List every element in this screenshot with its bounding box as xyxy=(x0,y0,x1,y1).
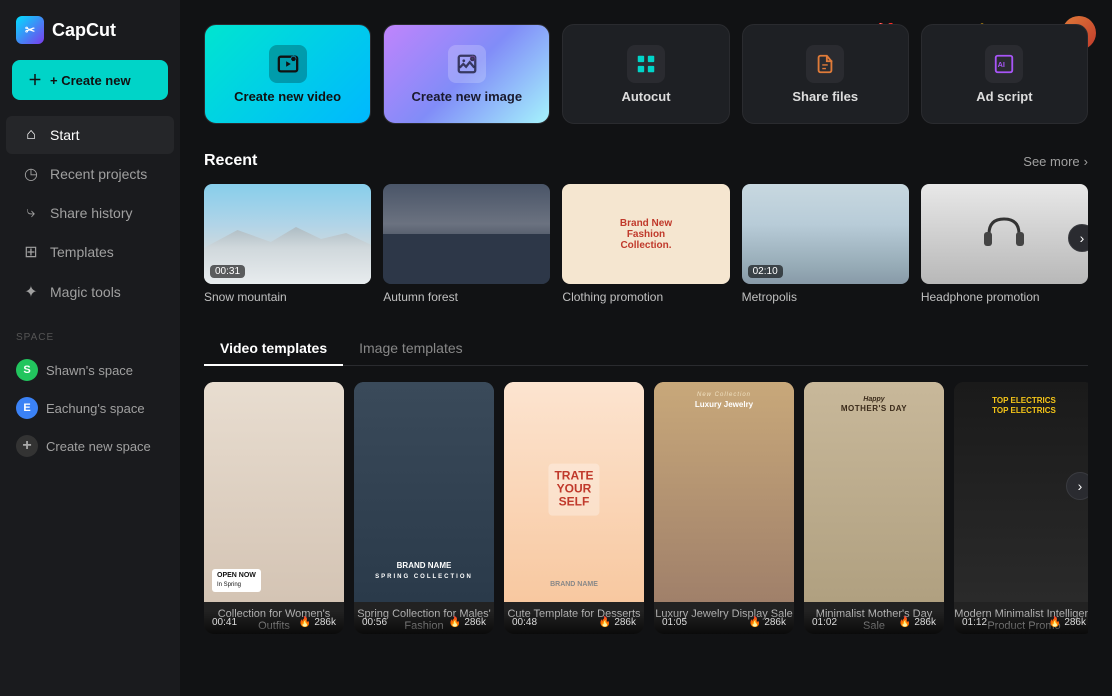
forest-duration: 00:26 xyxy=(389,265,424,278)
space-section: SPACE S Shawn's space E Eachung's space … xyxy=(0,332,180,471)
ad-script-label: Ad script xyxy=(976,89,1032,104)
template-tabs: Video templates Image templates xyxy=(204,332,1088,366)
template-mothers[interactable]: Happy MOTHER'S DAY 01:02 🔥 286k Minimali… xyxy=(804,382,944,634)
share-files-icon xyxy=(806,45,844,83)
quick-actions: + Create new video + Create new ima xyxy=(204,24,1088,124)
svg-text:AI: AI xyxy=(998,59,1005,68)
template-electrics[interactable]: TOP ELECTRICSTOP ELECTRICS 01:12 🔥 286k … xyxy=(954,382,1088,634)
recent-header: Recent See more › xyxy=(204,152,1088,170)
template-men[interactable]: BRAND NAMESPRING COLLECTION 00:56 🔥 286k… xyxy=(354,382,494,634)
nav-item-recent[interactable]: ◷ Recent projects xyxy=(6,154,174,194)
main-nav: ⌂ Start ◷ Recent projects ⤷ Share histor… xyxy=(0,116,180,312)
recent-section: Recent See more › 00:31 Snow mountain 00… xyxy=(204,152,1088,304)
image-icon: + xyxy=(448,45,486,83)
nav-item-templates[interactable]: ⊞ Templates xyxy=(6,232,174,272)
share-files-label: Share files xyxy=(792,89,858,104)
dessert-meta: 00:48 🔥 286k xyxy=(504,611,644,634)
ad-script-icon: AI xyxy=(985,45,1023,83)
men-thumb: BRAND NAMESPRING COLLECTION xyxy=(354,382,494,602)
nav-item-magic-tools[interactable]: ✦ Magic tools xyxy=(6,272,174,312)
city-thumb: 02:10 xyxy=(742,184,909,284)
create-video-label: Create new video xyxy=(234,89,341,104)
home-icon: ⌂ xyxy=(22,126,40,144)
women-meta: 00:41 🔥 286k xyxy=(204,611,344,634)
recent-icon: ◷ xyxy=(22,164,40,184)
city-duration: 02:10 xyxy=(748,265,783,278)
autocut-label: Autocut xyxy=(621,89,670,104)
recent-next-button[interactable]: › xyxy=(1068,224,1088,252)
template-jewelry[interactable]: New Collection Luxury Jewelry 01:05 🔥 28… xyxy=(654,382,794,634)
see-more-link[interactable]: See more › xyxy=(1023,154,1088,169)
fashion-name: Clothing promotion xyxy=(562,290,729,304)
template-dessert[interactable]: TRATEYOURSELF BRAND NAME 00:48 🔥 286k Cu… xyxy=(504,382,644,634)
share-icon: ⤷ xyxy=(22,204,40,222)
headphone-thumb xyxy=(921,184,1088,284)
forest-name: Autumn forest xyxy=(383,290,550,304)
sidebar: ✂ CapCut ＋ + Create new ⌂ Start ◷ Recent… xyxy=(0,0,180,696)
jewelry-thumb: New Collection Luxury Jewelry xyxy=(654,382,794,602)
recent-grid: 00:31 Snow mountain 00:26 Autumn forest … xyxy=(204,184,1088,304)
logo-icon: ✂ xyxy=(16,16,44,44)
tab-video-templates[interactable]: Video templates xyxy=(204,332,343,366)
men-meta: 00:56 🔥 286k xyxy=(354,611,494,634)
ad-script-card[interactable]: AI Ad script xyxy=(921,24,1088,124)
nav-item-start[interactable]: ⌂ Start xyxy=(6,116,174,154)
shawn-avatar: S xyxy=(16,359,38,381)
recent-item-forest[interactable]: 00:26 Autumn forest xyxy=(383,184,550,304)
city-name: Metropolis xyxy=(742,290,909,304)
recent-title: Recent xyxy=(204,152,257,170)
space-item-eachung[interactable]: E Eachung's space xyxy=(16,389,164,427)
jewelry-meta: 01:05 🔥 286k xyxy=(654,611,794,634)
nav-item-share-history[interactable]: ⤷ Share history xyxy=(6,194,174,232)
recent-item-city[interactable]: 02:10 Metropolis xyxy=(742,184,909,304)
mothers-thumb: Happy MOTHER'S DAY xyxy=(804,382,944,602)
space-item-create-space[interactable]: + Create new space xyxy=(16,427,164,465)
app-name: CapCut xyxy=(52,20,116,41)
chevron-right-icon: › xyxy=(1084,154,1088,169)
recent-item-fashion[interactable]: Brand New Fashion Collection. Clothing p… xyxy=(562,184,729,304)
video-icon: + xyxy=(269,45,307,83)
women-thumb: OPEN NOWIn Spring xyxy=(204,382,344,602)
svg-text:+: + xyxy=(292,56,295,61)
templates-icon: ⊞ xyxy=(22,242,40,262)
eachung-avatar: E xyxy=(16,397,38,419)
templates-section: Video templates Image templates OPEN NOW… xyxy=(204,332,1088,634)
tab-image-templates[interactable]: Image templates xyxy=(343,332,479,366)
snow-duration: 00:31 xyxy=(210,265,245,278)
electrics-meta: 01:12 🔥 286k xyxy=(954,611,1088,634)
svg-text:+: + xyxy=(471,56,474,61)
space-label: SPACE xyxy=(16,332,164,343)
magic-icon: ✦ xyxy=(22,282,40,302)
main-content: 🎁 ☰ 🔔 ? U + Create new video xyxy=(180,0,1112,696)
share-files-card[interactable]: Share files xyxy=(742,24,909,124)
autocut-card[interactable]: Autocut xyxy=(562,24,729,124)
template-next-button[interactable]: › xyxy=(1066,472,1088,500)
create-video-card[interactable]: + Create new video xyxy=(204,24,371,124)
recent-item-snow[interactable]: 00:31 Snow mountain xyxy=(204,184,371,304)
create-plus-icon: ＋ xyxy=(28,70,42,90)
create-new-button[interactable]: ＋ + Create new xyxy=(12,60,168,100)
headphone-name: Headphone promotion xyxy=(921,290,1088,304)
create-space-icon: + xyxy=(16,435,38,457)
create-image-card[interactable]: + Create new image xyxy=(383,24,550,124)
create-image-label: Create new image xyxy=(412,89,523,104)
dessert-thumb: TRATEYOURSELF BRAND NAME xyxy=(504,382,644,602)
forest-thumb: 00:26 xyxy=(383,184,550,284)
template-women[interactable]: OPEN NOWIn Spring 00:41 🔥 286k Collectio… xyxy=(204,382,344,634)
app-logo: ✂ CapCut xyxy=(0,16,180,60)
template-grid: OPEN NOWIn Spring 00:41 🔥 286k Collectio… xyxy=(204,382,1088,634)
recent-item-headphone[interactable]: Headphone promotion xyxy=(921,184,1088,304)
snow-name: Snow mountain xyxy=(204,290,371,304)
mothers-meta: 01:02 🔥 286k xyxy=(804,611,944,634)
autocut-icon xyxy=(627,45,665,83)
fashion-thumb: Brand New Fashion Collection. xyxy=(562,184,729,284)
snow-thumb: 00:31 xyxy=(204,184,371,284)
space-item-shawn[interactable]: S Shawn's space xyxy=(16,351,164,389)
